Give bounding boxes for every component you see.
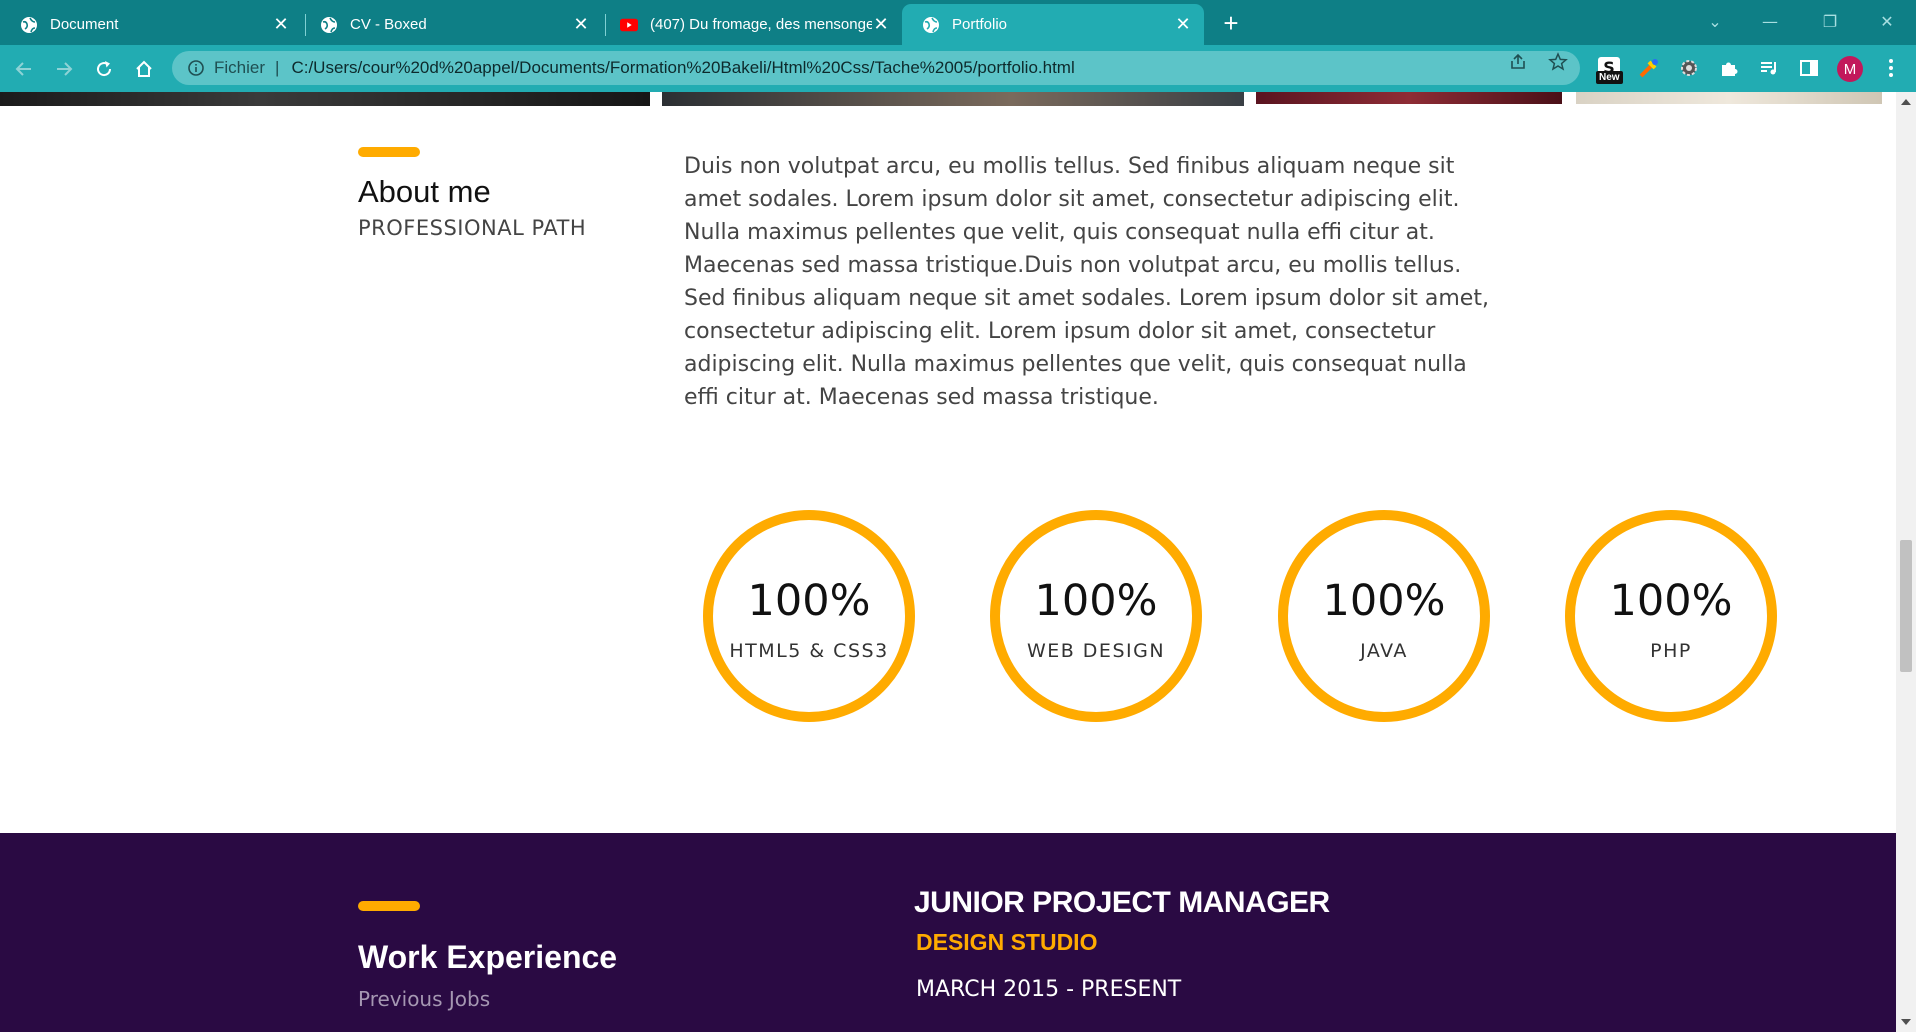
media-control-icon[interactable] — [1756, 55, 1782, 81]
about-subtitle: PROFESSIONAL PATH — [358, 216, 587, 240]
tab-search-icon[interactable]: ⌄ — [1700, 8, 1730, 36]
tab-title: (407) Du fromage, des mensonges — [650, 16, 872, 33]
gallery-image — [0, 92, 650, 106]
skill-percent: 100% — [747, 576, 871, 626]
new-badge: New — [1596, 71, 1623, 84]
gallery-image — [1256, 92, 1562, 104]
tab-document[interactable]: Document ✕ — [0, 4, 302, 45]
about-paragraph: Duis non volutpat arcu, eu mollis tellus… — [684, 154, 1489, 410]
gallery-image — [1576, 92, 1882, 104]
bookmark-star-icon[interactable] — [1548, 52, 1568, 72]
window-close-icon[interactable]: ✕ — [1872, 8, 1902, 36]
share-icon[interactable] — [1508, 52, 1528, 72]
skill-circle-web-design: 100% WEB DESIGN — [990, 510, 1202, 722]
job-title: JUNIOR PROJECT MANAGER — [914, 886, 1330, 919]
address-bar[interactable]: Fichier | C:/Users/cour%20d%20appel/Docu… — [172, 51, 1580, 85]
profile-avatar[interactable]: M — [1837, 56, 1863, 82]
page-viewport: About me PROFESSIONAL PATH Duis non volu… — [0, 92, 1896, 1032]
settings-gear-icon[interactable] — [1676, 55, 1702, 81]
skill-label: JAVA — [1360, 640, 1408, 662]
close-icon[interactable]: ✕ — [1174, 14, 1192, 34]
tab-cv-boxed[interactable]: CV - Boxed ✕ — [300, 4, 602, 45]
gallery-image — [662, 92, 1244, 106]
url-text[interactable]: C:/Users/cour%20d%20appel/Documents/Form… — [291, 58, 1074, 78]
skill-circle-php: 100% PHP — [1565, 510, 1777, 722]
page-scrollbar[interactable] — [1896, 92, 1916, 1032]
menu-kebab-icon[interactable] — [1878, 55, 1904, 81]
new-tab-button[interactable]: + — [1218, 10, 1244, 36]
work-title: Work Experience — [358, 939, 618, 975]
tab-youtube[interactable]: (407) Du fromage, des mensonges ✕ — [600, 4, 902, 45]
youtube-icon — [620, 16, 638, 34]
close-icon[interactable]: ✕ — [272, 14, 290, 34]
tab-title: CV - Boxed — [350, 16, 427, 33]
tab-title: Document — [50, 16, 119, 33]
skill-label: WEB DESIGN — [1026, 640, 1166, 662]
browser-toolbar: Fichier | C:/Users/cour%20d%20appel/Docu… — [0, 45, 1916, 92]
globe-icon — [922, 16, 940, 34]
skill-circle-html-css: 100% HTML5 & CSS3 — [703, 510, 915, 722]
home-icon[interactable] — [130, 55, 158, 83]
scroll-down-icon[interactable] — [1901, 1018, 1911, 1026]
work-experience-section: Work Experience Previous Jobs JUNIOR PRO… — [0, 833, 1896, 1032]
close-icon[interactable]: ✕ — [572, 14, 590, 34]
tab-strip: Document ✕ CV - Boxed ✕ (407) Du fromage… — [0, 0, 1916, 45]
about-accent-bar — [358, 147, 420, 157]
globe-icon — [20, 16, 38, 34]
skill-percent: 100% — [1322, 576, 1446, 626]
address-separator: | — [275, 58, 280, 77]
globe-icon — [320, 16, 338, 34]
job-dates: MARCH 2015 - PRESENT — [916, 977, 1182, 1002]
job-company: DESIGN STUDIO — [916, 929, 1098, 955]
skill-percent: 100% — [1609, 576, 1733, 626]
about-title: About me — [358, 174, 491, 209]
close-icon[interactable]: ✕ — [872, 14, 890, 34]
reload-icon[interactable] — [90, 55, 118, 83]
forward-arrow-icon[interactable] — [50, 55, 78, 83]
color-picker-icon[interactable] — [1636, 55, 1662, 81]
work-subtitle: Previous Jobs — [358, 987, 491, 1011]
tab-portfolio[interactable]: Portfolio ✕ — [902, 4, 1204, 45]
back-arrow-icon[interactable] — [10, 55, 38, 83]
scroll-up-icon[interactable] — [1901, 98, 1911, 106]
extensions-puzzle-icon[interactable] — [1716, 55, 1742, 81]
skill-label: PHP — [1650, 640, 1692, 662]
info-icon[interactable] — [186, 58, 206, 78]
skill-circle-java: 100% JAVA — [1278, 510, 1490, 722]
restore-icon[interactable]: ❐ — [1815, 8, 1845, 36]
skill-label: HTML5 & CSS3 — [729, 640, 889, 662]
scheme-label: Fichier — [214, 58, 266, 77]
tab-title: Portfolio — [952, 16, 1008, 33]
minimize-icon[interactable]: — — [1755, 8, 1785, 36]
work-accent-bar — [358, 901, 420, 911]
scroll-thumb[interactable] — [1900, 540, 1912, 672]
side-panel-icon[interactable] — [1796, 55, 1822, 81]
skill-percent: 100% — [1034, 576, 1158, 626]
